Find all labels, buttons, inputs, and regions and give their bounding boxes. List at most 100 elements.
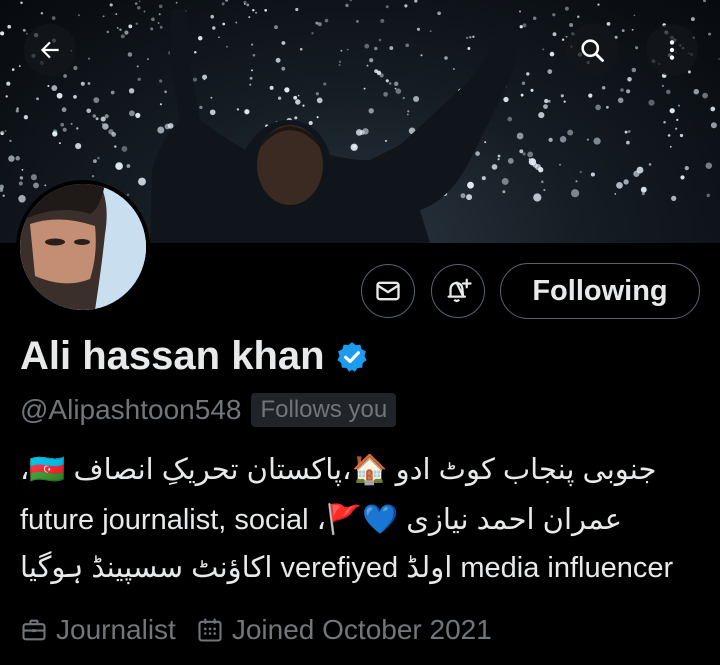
- crowd-light: [157, 22, 160, 24]
- crowd-light: [8, 155, 15, 162]
- crowd-light: [5, 95, 8, 98]
- crowd-light: [97, 156, 100, 160]
- profession-label: Journalist: [56, 614, 176, 645]
- back-button[interactable]: [24, 24, 76, 76]
- crowd-light: [384, 139, 388, 142]
- crowd-light: [627, 77, 632, 82]
- crowd-light: [159, 103, 162, 106]
- crowd-light: [194, 51, 197, 54]
- arrow-left-icon: [40, 41, 59, 59]
- crowd-light: [92, 114, 97, 118]
- avatar-image: [20, 184, 146, 310]
- crowd-light: [530, 88, 534, 92]
- crowd-light: [308, 120, 313, 126]
- notifications-button[interactable]: [431, 264, 485, 318]
- crowd-light: [484, 141, 487, 144]
- crowd-light: [519, 25, 523, 29]
- crowd-light: [281, 66, 286, 71]
- crowd-light: [549, 51, 555, 57]
- verified-badge-icon[interactable]: [335, 340, 369, 374]
- message-button[interactable]: [361, 264, 415, 318]
- crowd-light: [58, 142, 61, 145]
- crowd-light: [236, 108, 240, 111]
- crowd-light: [255, 11, 258, 14]
- crowd-light: [516, 132, 524, 140]
- crowd-light: [101, 123, 104, 125]
- crowd-light: [593, 137, 601, 145]
- crowd-light: [209, 109, 216, 116]
- crowd-light: [128, 110, 135, 117]
- crowd-light: [192, 77, 198, 82]
- crowd-light: [210, 14, 214, 19]
- crowd-light: [640, 186, 647, 193]
- crowd-light: [616, 182, 623, 189]
- crowd-light: [87, 82, 91, 85]
- search-button[interactable]: [566, 24, 618, 76]
- crowd-light: [538, 112, 545, 119]
- crowd-light: [244, 109, 250, 115]
- crowd-light: [252, 53, 256, 57]
- crowd-light: [633, 170, 640, 177]
- crowd-light: [16, 107, 19, 110]
- crowd-light: [552, 13, 556, 17]
- crowd-light: [106, 30, 110, 34]
- bio-line-3: media influencer اولڈ verefiyed اکاؤنٹ س…: [20, 552, 674, 584]
- crowd-light: [389, 46, 394, 51]
- crowd-light: [80, 81, 85, 86]
- crowd-light: [595, 104, 601, 111]
- crowd-light: [75, 143, 82, 150]
- crowd-light: [497, 154, 501, 158]
- calendar-icon: [198, 618, 222, 642]
- crowd-light: [110, 90, 115, 95]
- more-options-button[interactable]: [646, 24, 698, 76]
- crowd-light: [460, 193, 466, 199]
- crowd-light: [86, 108, 92, 114]
- search-icon: [581, 39, 604, 62]
- crowd-light: [9, 139, 12, 143]
- crowd-light: [475, 151, 480, 156]
- crowd-light: [395, 88, 402, 94]
- crowd-light: [338, 63, 341, 67]
- crowd-light: [507, 158, 514, 164]
- crowd-light: [15, 109, 19, 113]
- crowd-light: [251, 69, 253, 72]
- crowd-light: [368, 108, 374, 114]
- following-button[interactable]: Following: [500, 263, 700, 319]
- crowd-light: [469, 36, 472, 39]
- crowd-light: [104, 114, 109, 119]
- crowd-light: [302, 104, 305, 107]
- crowd-light: [158, 13, 161, 16]
- crowd-light: [359, 130, 365, 136]
- crowd-light: [680, 175, 685, 180]
- avatar[interactable]: [16, 180, 150, 314]
- crowd-light: [295, 7, 299, 12]
- crowd-light: [108, 129, 114, 135]
- crowd-light: [346, 48, 349, 51]
- crowd-light: [543, 104, 548, 109]
- profile-name-row: Ali hassan khan: [20, 334, 369, 379]
- crowd-light: [95, 117, 99, 121]
- crowd-light: [380, 18, 385, 23]
- mail-icon: [376, 281, 400, 301]
- crowd-light: [21, 169, 24, 171]
- crowd-light: [676, 118, 679, 122]
- crowd-light: [70, 122, 73, 125]
- crowd-light: [114, 145, 117, 148]
- crowd-light: [51, 16, 56, 20]
- crowd-light: [61, 107, 67, 113]
- crowd-light: [147, 58, 149, 60]
- crowd-light: [703, 0, 706, 3]
- crowd-light: [33, 182, 39, 189]
- crowd-light: [437, 11, 441, 16]
- crowd-light: [40, 11, 44, 15]
- crowd-light: [519, 149, 524, 154]
- crowd-light: [472, 35, 475, 38]
- crowd-light: [624, 130, 628, 134]
- crowd-light: [121, 145, 128, 152]
- crowd-light: [413, 95, 420, 103]
- crowd-light: [159, 79, 163, 83]
- crowd-light: [175, 1, 178, 4]
- crowd-light: [52, 131, 58, 137]
- crowd-light: [275, 57, 281, 63]
- crowd-light: [502, 190, 506, 194]
